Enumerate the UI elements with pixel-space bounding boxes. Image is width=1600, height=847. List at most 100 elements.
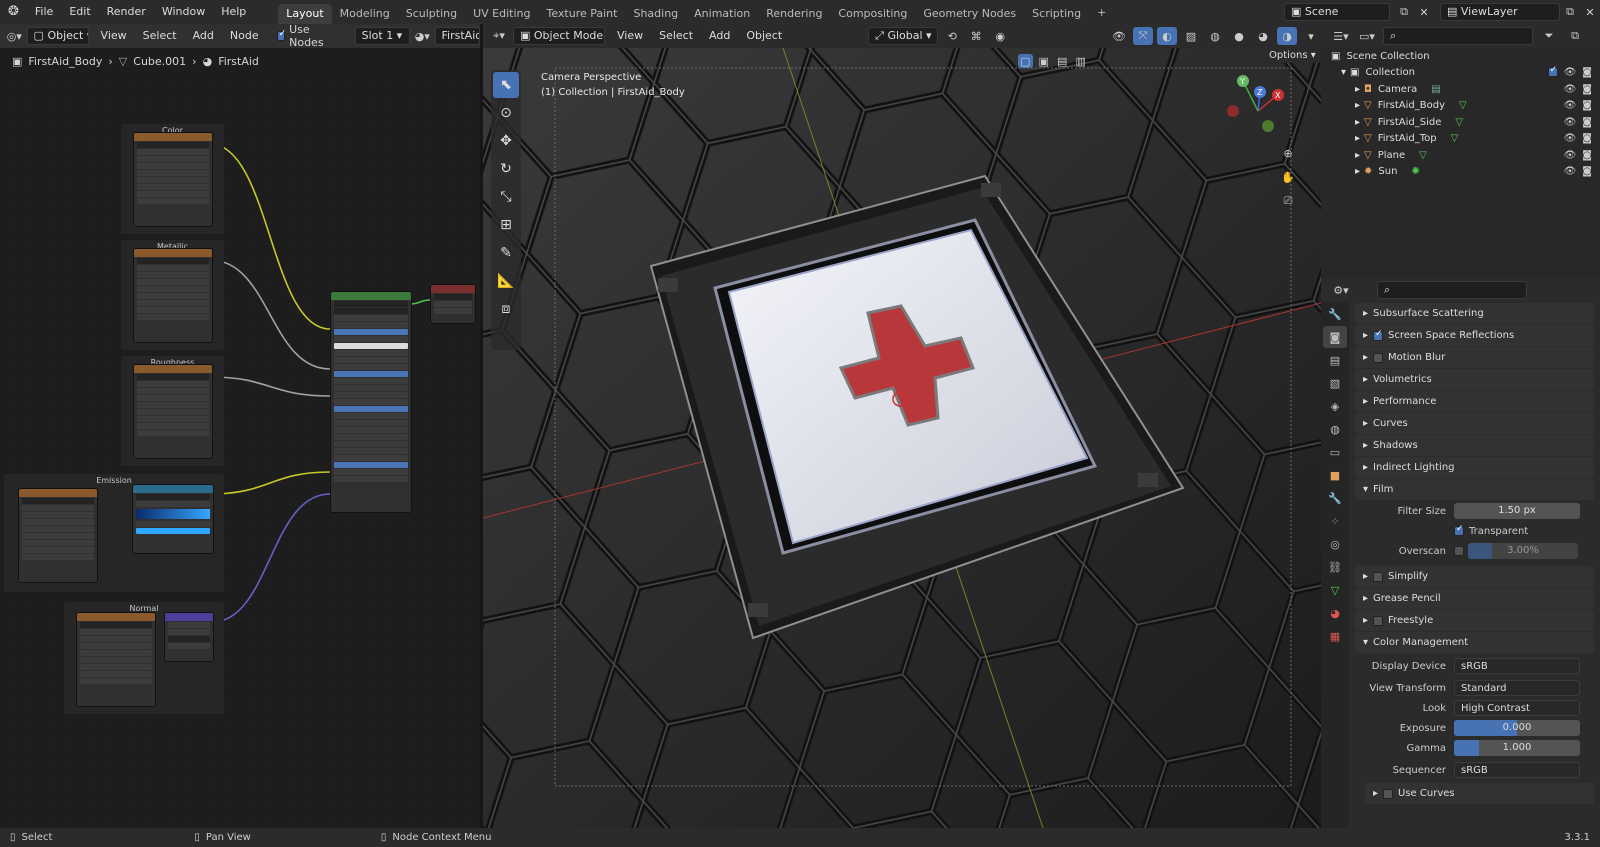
viewport-menu-select[interactable]: Select [651, 24, 701, 48]
physics-tab-icon[interactable]: ◎ [1323, 533, 1347, 555]
camera-view-icon[interactable]: ⎚ [1278, 192, 1298, 210]
material-output-node[interactable] [430, 284, 476, 324]
shader-type-dropdown[interactable]: ▢ Object ▾ [26, 27, 89, 45]
section-subsurface-scattering[interactable]: ▸ Subsurface Scattering [1355, 303, 1594, 324]
delete-scene-icon[interactable]: ✕ [1414, 3, 1434, 21]
transparent-row[interactable]: Transparent [1349, 521, 1600, 541]
viewport-menu-view[interactable]: View [609, 24, 651, 48]
section-checkbox[interactable] [1373, 329, 1384, 341]
overscan-checkbox[interactable] [1454, 546, 1464, 556]
3d-viewport[interactable]: X Z Y ▢ ▣ ▤ ▥ ⊕ ✋ ⎚ [483, 48, 1321, 828]
color-ramp-gradient[interactable] [136, 509, 210, 519]
camera-restrict-icon[interactable]: ◙ [1582, 133, 1592, 144]
snap-icon[interactable]: ⌘ [966, 27, 986, 45]
gamma-slider[interactable]: 1.000 [1454, 740, 1580, 756]
section-volumetrics[interactable]: ▸ Volumetrics [1355, 369, 1594, 390]
select-invert-icon[interactable]: ▥ [1074, 54, 1089, 68]
transparent-checkbox[interactable] [1454, 524, 1464, 536]
scene-selector[interactable]: ▣ Scene [1284, 3, 1390, 21]
image-texture-node[interactable] [18, 488, 98, 583]
section-color-management[interactable]: ▾ Color Management [1355, 632, 1594, 653]
frame-normal[interactable]: Normal [64, 602, 224, 714]
use-nodes-checkbox[interactable] [276, 29, 286, 41]
tab-animation[interactable]: Animation [686, 4, 758, 24]
zoom-icon[interactable]: ⊕ [1278, 144, 1298, 162]
view-layer-selector[interactable]: ▤ ViewLayer [1440, 3, 1560, 21]
eye-icon[interactable]: 👁 [1564, 166, 1577, 177]
camera-restrict-icon[interactable]: ◙ [1582, 166, 1592, 177]
camera-restrict-icon[interactable]: ◙ [1582, 150, 1592, 161]
visibility-icon[interactable]: 👁 [1109, 27, 1129, 45]
section-checkbox[interactable] [1373, 352, 1384, 363]
proportional-edit-icon[interactable]: ◉ [990, 27, 1010, 45]
new-view-layer-icon[interactable]: ⧉ [1560, 3, 1580, 21]
outliner-item[interactable]: ▸ ▽ FirstAid_Body ▽ 👁 ◙ [1321, 98, 1600, 115]
view-layer-tab-icon[interactable]: ▧ [1323, 372, 1347, 394]
delete-view-layer-icon[interactable]: ✕ [1580, 3, 1600, 21]
slot-dropdown[interactable]: Slot 1 ▾ [354, 27, 410, 45]
select-subtract-icon[interactable]: ▤ [1055, 54, 1070, 68]
add-workspace-button[interactable]: + [1089, 3, 1114, 23]
section-grease-pencil[interactable]: ▸ Grease Pencil [1355, 588, 1594, 609]
mode-dropdown[interactable]: ▣ Object Mode ▾ [513, 27, 605, 45]
object-tab-icon[interactable]: ■ [1323, 464, 1347, 486]
tab-shading[interactable]: Shading [625, 4, 686, 24]
filter-size-field[interactable]: 1.50 px [1454, 503, 1580, 519]
tab-texture-paint[interactable]: Texture Paint [538, 4, 625, 24]
menu-edit[interactable]: Edit [61, 0, 98, 24]
xray-icon[interactable]: ▨ [1181, 27, 1201, 45]
editor-type-icon[interactable]: ☰▾ [1331, 27, 1351, 45]
scene-collection-row[interactable]: ▣ Scene Collection [1321, 48, 1600, 65]
camera-restrict-icon[interactable]: ◙ [1582, 100, 1592, 111]
solid-shading-icon[interactable]: ● [1229, 27, 1249, 45]
section-freestyle[interactable]: ▸ Freestyle [1355, 610, 1594, 631]
move-tool-icon[interactable]: ✥ [493, 128, 519, 154]
frame-metallic[interactable]: Metallic [121, 240, 224, 350]
texture-tab-icon[interactable]: ▦ [1323, 625, 1347, 647]
tab-uv-editing[interactable]: UV Editing [465, 4, 538, 24]
breadcrumb-material[interactable]: FirstAid [218, 55, 259, 68]
scale-tool-icon[interactable]: ⤡ [493, 184, 519, 210]
select-extend-icon[interactable]: ▣ [1037, 54, 1052, 68]
exclude-checkbox[interactable] [1547, 65, 1558, 78]
look-dropdown[interactable]: High Contrast [1454, 700, 1580, 716]
editor-type-icon[interactable]: ⚙▾ [1331, 281, 1351, 299]
tab-modeling[interactable]: Modeling [332, 4, 398, 24]
display-mode-icon[interactable]: ▭▾ [1357, 27, 1377, 45]
node-canvas[interactable]: Color Metallic Roughness Emission Normal [0, 74, 480, 828]
eye-icon[interactable]: 👁 [1564, 84, 1577, 95]
breadcrumb-mesh[interactable]: Cube.001 [133, 55, 186, 68]
outliner-item[interactable]: ▸ ▽ Plane ▽ 👁 ◙ [1321, 147, 1600, 164]
add-cube-tool-icon[interactable]: ⧈ [493, 296, 519, 322]
particles-tab-icon[interactable]: ⁘ [1323, 510, 1347, 532]
use-nodes-toggle[interactable]: Use Nodes [276, 23, 337, 49]
tool-tab-icon[interactable]: 🔧 [1323, 303, 1347, 325]
node-menu-add[interactable]: Add [185, 24, 222, 48]
material-browse-icon[interactable]: ◕▾ [414, 27, 431, 45]
overlays-icon[interactable]: ◐ [1157, 27, 1177, 45]
select-new-icon[interactable]: ▢ [1018, 54, 1033, 68]
viewport-menu-object[interactable]: Object [738, 24, 790, 48]
new-scene-icon[interactable]: ⧉ [1394, 3, 1414, 21]
eye-icon[interactable]: 👁 [1564, 133, 1577, 144]
blender-logo-icon[interactable]: ❂ [0, 0, 27, 24]
section-indirect-lighting[interactable]: ▸ Indirect Lighting [1355, 457, 1594, 478]
eye-icon[interactable]: 👁 [1564, 117, 1577, 128]
section-checkbox[interactable] [1373, 571, 1384, 582]
outliner-item[interactable]: ▸ ▽ FirstAid_Side ▽ 👁 ◙ [1321, 114, 1600, 131]
node-menu-view[interactable]: View [93, 24, 135, 48]
camera-restrict-icon[interactable]: ◙ [1582, 117, 1592, 128]
pan-hand-icon[interactable]: ✋ [1278, 168, 1298, 186]
select-box-tool-icon[interactable]: ⬉ [493, 72, 519, 98]
breadcrumb-object[interactable]: FirstAid_Body [28, 55, 102, 68]
section-performance[interactable]: ▸ Performance [1355, 391, 1594, 412]
overscan-field[interactable]: 3.00% [1468, 543, 1578, 559]
wireframe-shading-icon[interactable]: ◍ [1205, 27, 1225, 45]
tab-rendering[interactable]: Rendering [758, 4, 830, 24]
tab-geometry-nodes[interactable]: Geometry Nodes [915, 4, 1024, 24]
output-tab-icon[interactable]: ▤ [1323, 349, 1347, 371]
eye-icon[interactable]: 👁 [1564, 150, 1577, 161]
normal-map-node[interactable] [164, 612, 214, 662]
camera-restrict-icon[interactable]: ◙ [1582, 84, 1592, 95]
frame-emission[interactable]: Emission [4, 474, 224, 592]
